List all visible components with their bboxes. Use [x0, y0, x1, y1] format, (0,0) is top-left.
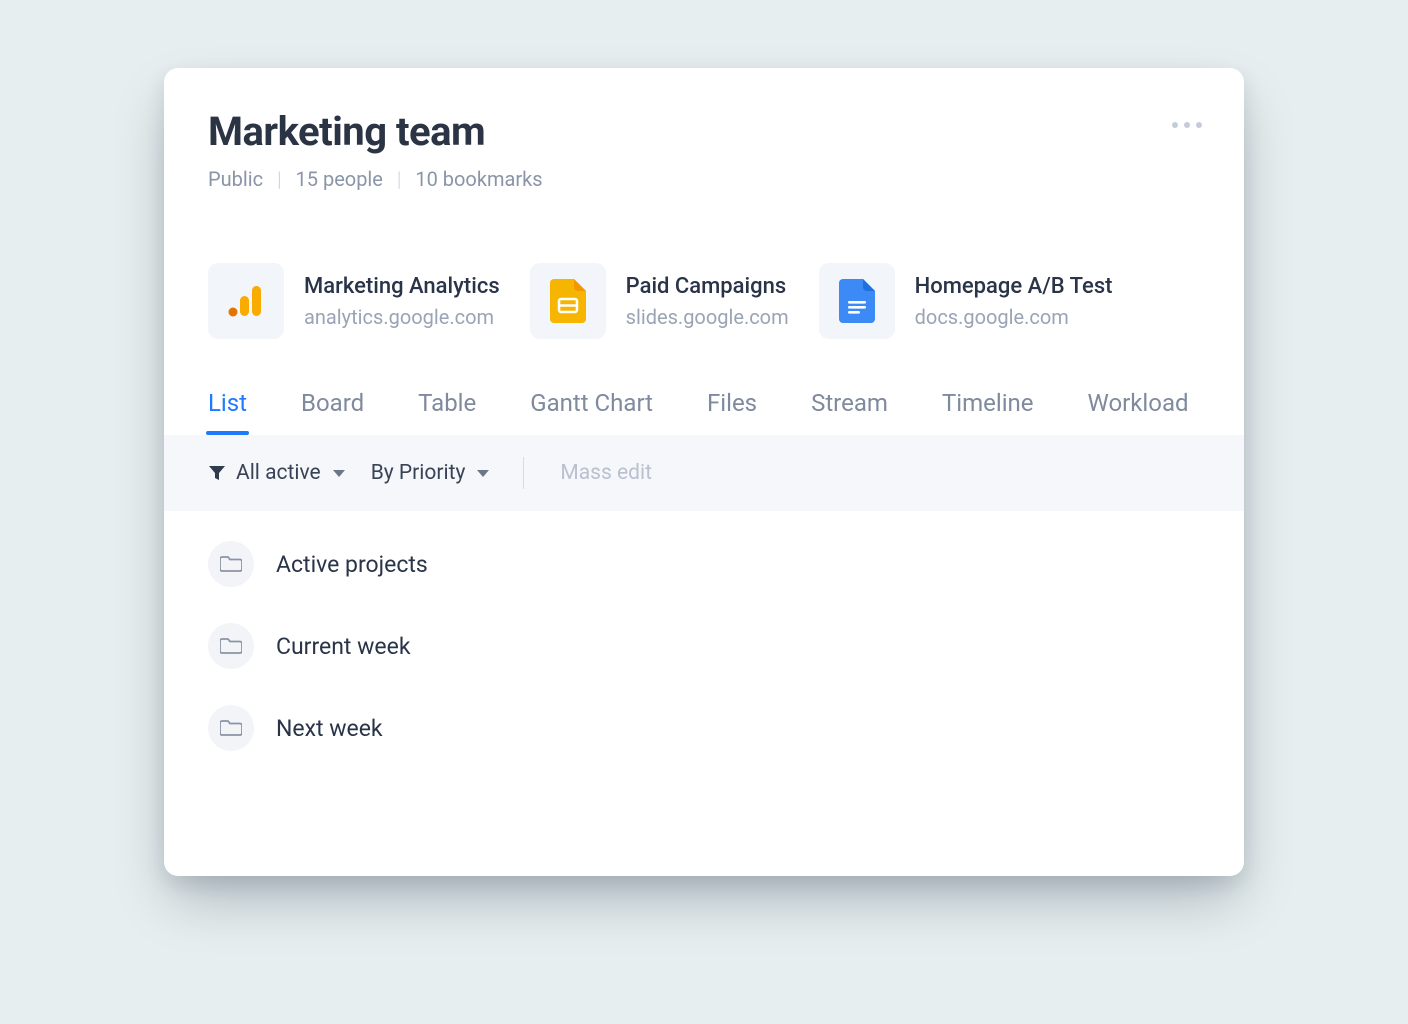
- chevron-down-icon: [477, 470, 489, 477]
- bookmark-url: docs.google.com: [915, 305, 1113, 329]
- bookmarks-count: 10 bookmarks: [415, 167, 542, 191]
- tab-board[interactable]: Board: [301, 379, 364, 435]
- sort-label: By Priority: [371, 461, 466, 485]
- ellipsis-icon: [1196, 122, 1202, 128]
- folder-name: Active projects: [276, 551, 428, 578]
- docs-icon: [839, 279, 875, 323]
- folder-name: Current week: [276, 633, 411, 660]
- analytics-icon: [227, 282, 265, 320]
- filter-status-label: All active: [236, 461, 321, 485]
- workspace-title: Marketing team: [208, 108, 1200, 155]
- folder-icon-wrap: [208, 705, 254, 751]
- bookmark-label: Paid Campaigns: [626, 274, 789, 299]
- toolbar-separator: [523, 457, 524, 489]
- tab-table[interactable]: Table: [418, 379, 476, 435]
- bookmark-label: Homepage A/B Test: [915, 274, 1113, 299]
- view-tabs: List Board Table Gantt Chart Files Strea…: [164, 379, 1244, 435]
- bookmark-analytics[interactable]: Marketing Analytics analytics.google.com: [208, 263, 500, 339]
- folder-icon: [220, 637, 242, 655]
- folder-icon: [220, 555, 242, 573]
- sort-dropdown[interactable]: By Priority: [371, 461, 490, 485]
- visibility-label: Public: [208, 167, 263, 191]
- workspace-header: Marketing team Public | 15 people | 10 b…: [164, 68, 1244, 215]
- folder-item[interactable]: Active projects: [208, 541, 1200, 587]
- folder-item[interactable]: Current week: [208, 623, 1200, 669]
- tab-files[interactable]: Files: [707, 379, 757, 435]
- mass-edit-button[interactable]: Mass edit: [560, 461, 652, 485]
- tab-stream[interactable]: Stream: [811, 379, 888, 435]
- folder-name: Next week: [276, 715, 383, 742]
- folder-icon-wrap: [208, 623, 254, 669]
- more-menu-button[interactable]: [1164, 110, 1210, 140]
- filter-status-dropdown[interactable]: All active: [208, 461, 345, 485]
- workspace-card: Marketing team Public | 15 people | 10 b…: [164, 68, 1244, 876]
- bookmark-label: Marketing Analytics: [304, 274, 500, 299]
- meta-separator: |: [277, 167, 281, 191]
- tab-gantt[interactable]: Gantt Chart: [530, 379, 653, 435]
- bookmark-slides[interactable]: Paid Campaigns slides.google.com: [530, 263, 789, 339]
- bookmarks-row: Marketing Analytics analytics.google.com…: [164, 215, 1244, 379]
- folder-item[interactable]: Next week: [208, 705, 1200, 751]
- bookmark-tile: [530, 263, 606, 339]
- meta-separator: |: [397, 167, 401, 191]
- bookmark-url: slides.google.com: [626, 305, 789, 329]
- folder-icon-wrap: [208, 541, 254, 587]
- filter-bar: All active By Priority Mass edit: [164, 435, 1244, 511]
- bookmark-url: analytics.google.com: [304, 305, 500, 329]
- slides-icon: [550, 279, 586, 323]
- ellipsis-icon: [1184, 122, 1190, 128]
- tab-workload[interactable]: Workload: [1088, 379, 1189, 435]
- tab-list[interactable]: List: [208, 379, 247, 435]
- folder-icon: [220, 719, 242, 737]
- people-count: 15 people: [296, 167, 383, 191]
- bookmark-docs[interactable]: Homepage A/B Test docs.google.com: [819, 263, 1113, 339]
- bookmark-tile: [819, 263, 895, 339]
- tab-timeline[interactable]: Timeline: [942, 379, 1034, 435]
- bookmark-tile: [208, 263, 284, 339]
- folder-list: Active projects Current week Next week: [164, 511, 1244, 781]
- filter-icon: [208, 464, 226, 482]
- workspace-meta: Public | 15 people | 10 bookmarks: [208, 167, 1200, 191]
- chevron-down-icon: [333, 470, 345, 477]
- ellipsis-icon: [1172, 122, 1178, 128]
